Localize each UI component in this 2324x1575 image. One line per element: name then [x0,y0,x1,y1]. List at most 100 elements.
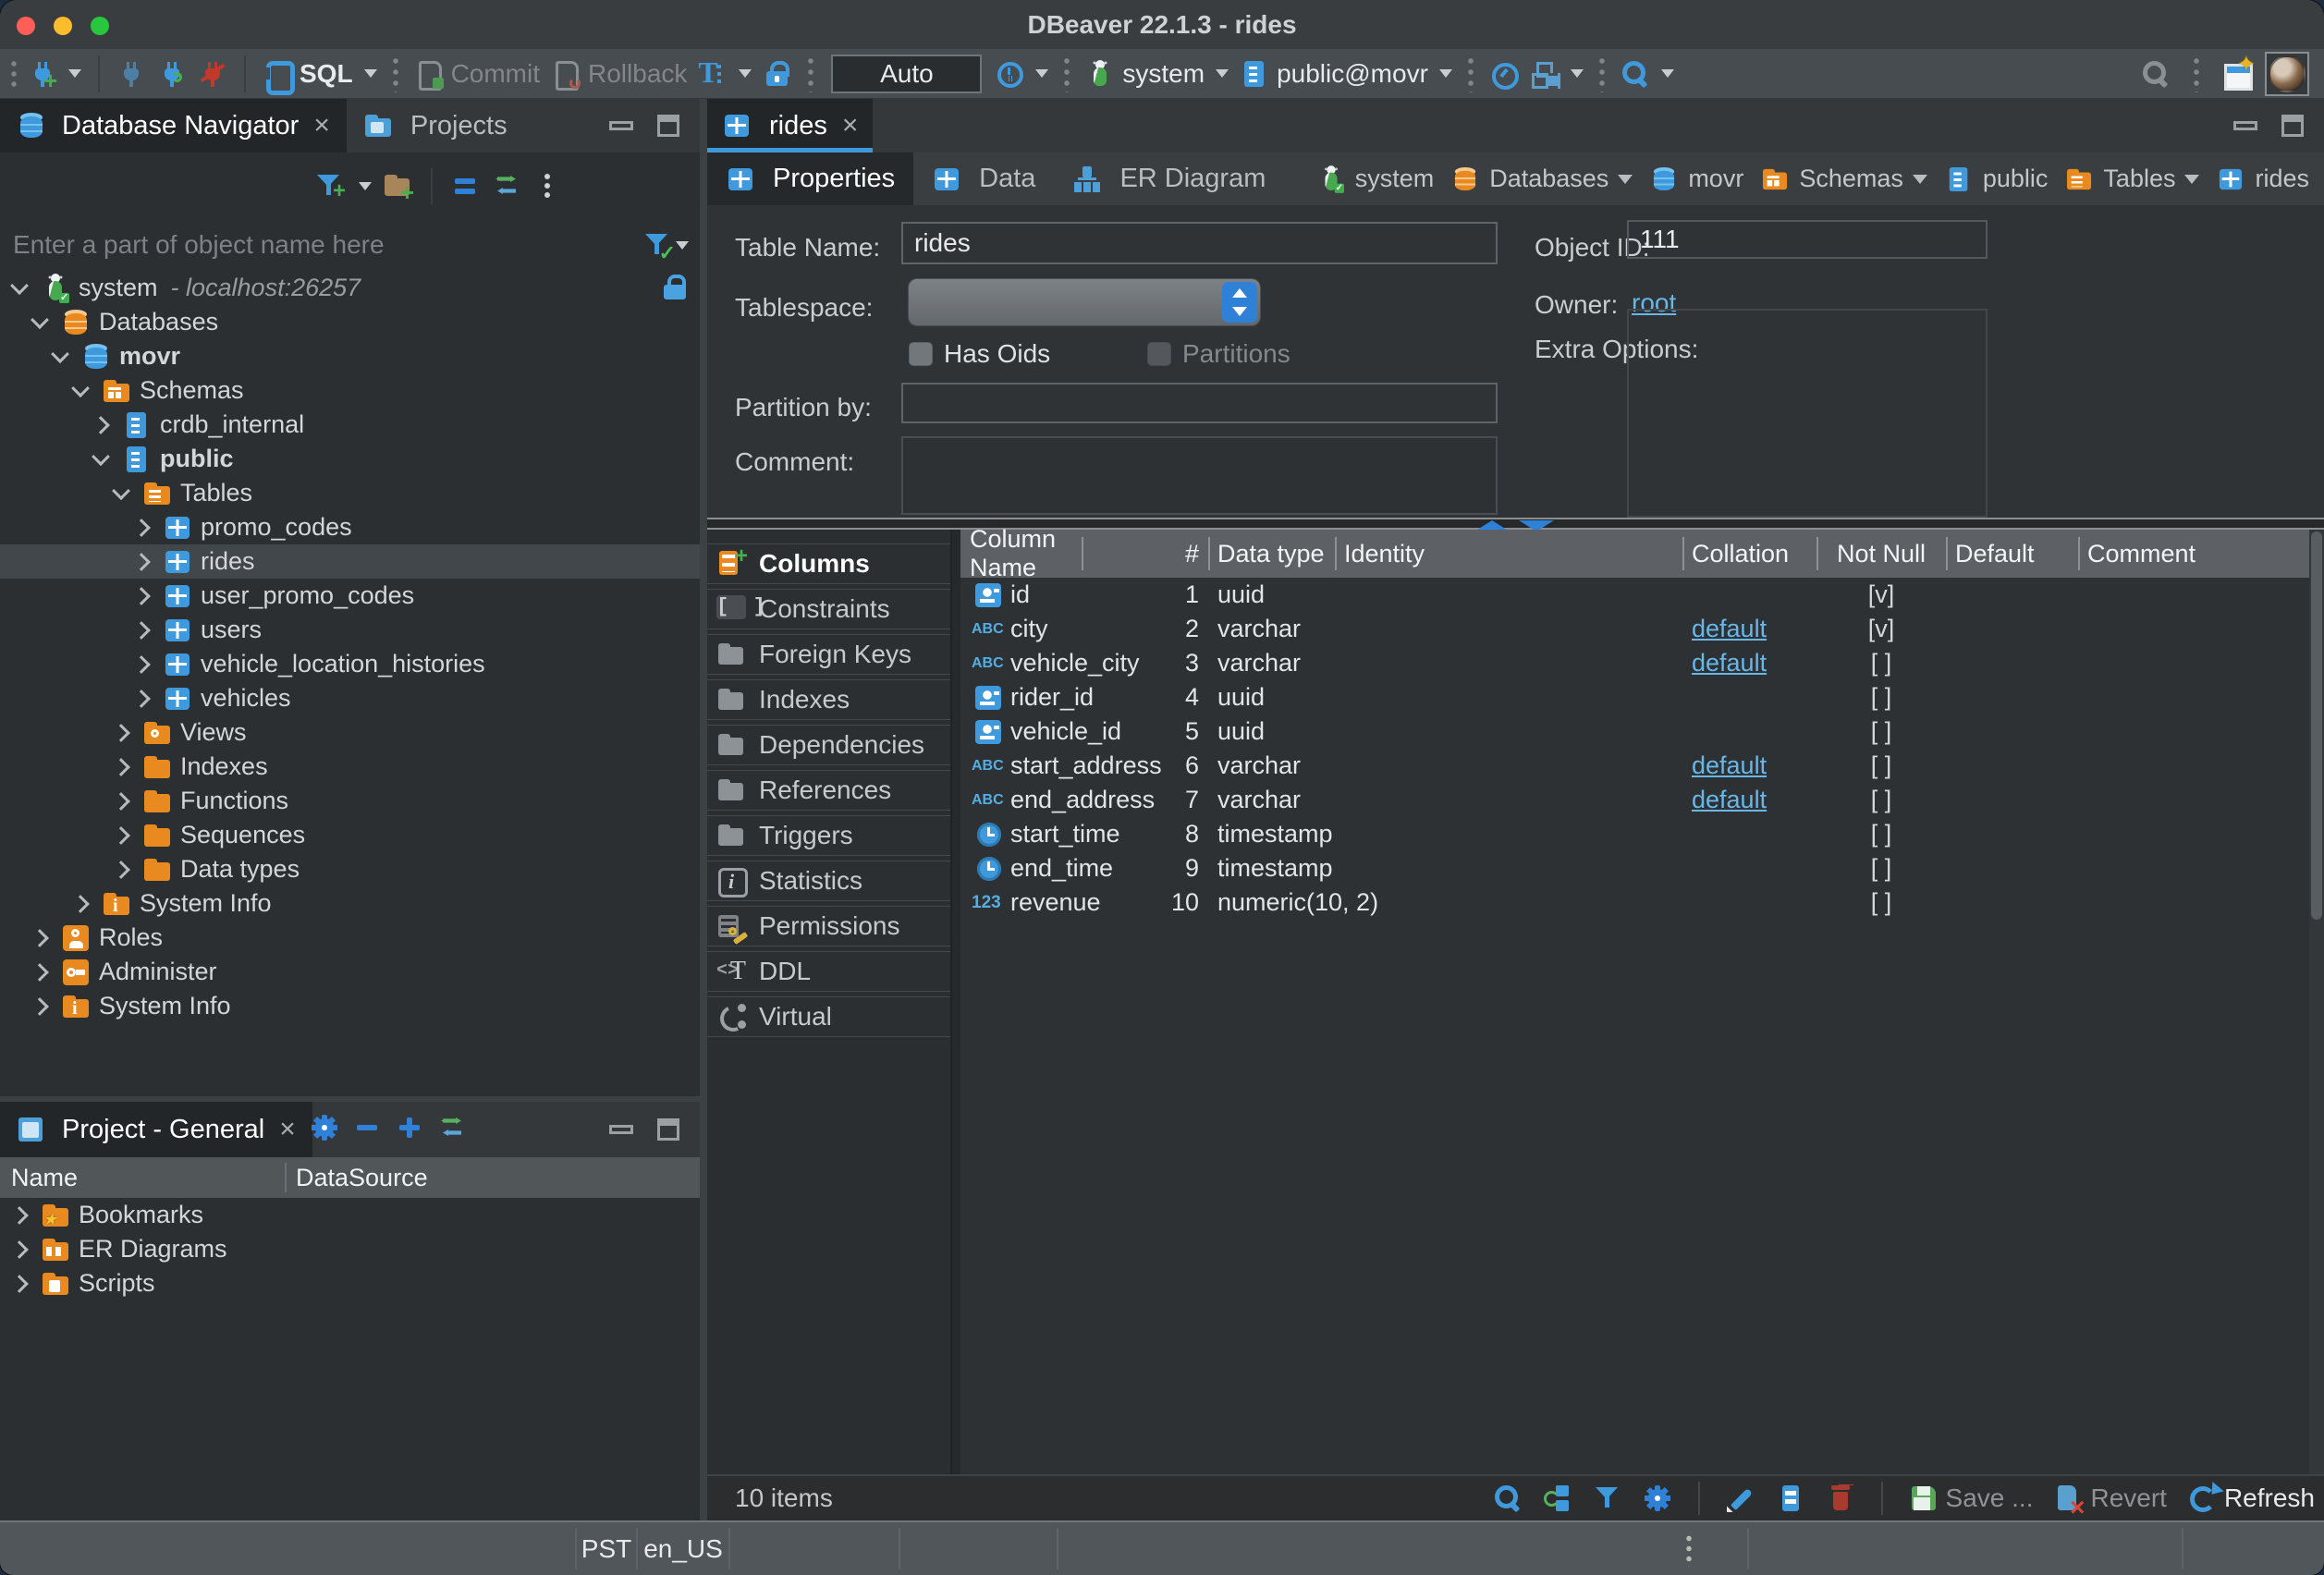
add-column-icon[interactable] [1776,1483,1805,1513]
chevron-collapsed-icon[interactable] [71,895,90,913]
grid-row-rider-id[interactable]: rider_id 4 uuid [ ] [960,680,2309,714]
chevron-down-icon[interactable] [359,182,372,190]
extra-options-box[interactable] [1627,309,1988,518]
grid-row-end-address[interactable]: end_address 7 varchar default [ ] [960,783,2309,817]
section-indexes[interactable]: Indexes [707,679,950,720]
chevron-collapsed-icon[interactable] [10,1275,29,1293]
tree-item-views[interactable]: Views [0,715,700,750]
chevron-collapsed-icon[interactable] [132,655,151,674]
partitions-checkbox[interactable] [1147,342,1171,366]
breadcrumb-movr[interactable]: movr [1649,165,1743,194]
rollback-button[interactable]: Rollback [551,59,687,89]
dbeaver-avatar[interactable] [2265,52,2309,96]
chevron-collapsed-icon[interactable] [112,724,130,742]
new-folder-icon[interactable] [383,171,412,201]
tree-item-sequences[interactable]: Sequences [0,818,700,852]
tree-item-administer[interactable]: Administer [0,955,700,989]
minimize-panel-icon[interactable] [609,121,633,130]
tab-project-general[interactable]: Project - General × [0,1102,312,1157]
commit-button[interactable]: Commit [414,59,540,89]
chevron-collapsed-icon[interactable] [31,963,49,982]
tab-projects[interactable]: Projects [347,99,524,153]
grid-row-end-time[interactable]: end_time 9 timestamp [ ] [960,851,2309,885]
tab-properties[interactable]: Properties [707,153,913,205]
transaction-log-button[interactable] [995,59,1048,89]
quick-search-icon[interactable] [2141,59,2171,89]
active-schema-selector[interactable]: public@movr [1240,59,1452,89]
chevron-expanded-icon[interactable] [71,379,90,397]
header-identity[interactable]: Identity [1335,530,1682,578]
chevron-collapsed-icon[interactable] [112,861,130,879]
chevron-down-icon[interactable] [1913,175,1927,184]
section-virtual[interactable]: Virtual [707,996,950,1037]
tree-item-indexes[interactable]: Indexes [0,750,700,784]
grid-row-start-time[interactable]: start_time 8 timestamp [ ] [960,817,2309,851]
tree-item-user-promo-codes[interactable]: user_promo_codes [0,579,700,613]
project-item-er-diagrams[interactable]: ER Diagrams [0,1232,700,1266]
chevron-collapsed-icon[interactable] [132,519,151,537]
column-header-datasource[interactable]: DataSource [287,1164,428,1192]
tree-item-vehicles[interactable]: vehicles [0,681,700,715]
minimize-panel-icon[interactable] [609,1125,633,1134]
comment-textarea[interactable] [901,436,1498,515]
grid-row-revenue[interactable]: revenue 10 numeric(10, 2) [ ] [960,885,2309,920]
grid-row-id[interactable]: id 1 uuid [v] [960,578,2309,612]
expand-icon[interactable] [395,1113,424,1142]
tree-item-movr[interactable]: movr [0,339,700,373]
tree-item-promo-codes[interactable]: promo_codes [0,510,700,544]
editor-tab-rides[interactable]: rides × [707,99,873,153]
chevron-collapsed-icon[interactable] [92,416,110,434]
minimize-traffic-light[interactable] [54,17,72,35]
chevron-collapsed-icon[interactable] [31,997,49,1016]
chevron-down-icon[interactable] [1035,69,1048,78]
table-name-input[interactable] [901,222,1498,264]
partition-by-input[interactable] [901,383,1498,423]
section-triggers[interactable]: Triggers [707,815,950,856]
chevron-down-icon[interactable] [1661,69,1674,78]
tree-item-public[interactable]: public [0,442,700,476]
breadcrumb-rides[interactable]: rides [2216,165,2309,194]
disconnect-button[interactable] [198,59,227,89]
maximize-editor-icon[interactable] [2281,115,2304,137]
breadcrumb-system[interactable]: system [1316,165,1435,194]
tablespace-select[interactable] [909,279,1260,325]
breadcrumb-public[interactable]: public [1944,165,2049,194]
new-connection-button[interactable] [28,59,81,89]
tab-data[interactable]: Data [913,153,1054,205]
object-filter-input[interactable] [11,229,642,261]
grid-row-vehicle-id[interactable]: vehicle_id 5 uuid [ ] [960,714,2309,749]
breadcrumb-schemas[interactable]: Schemas [1760,165,1927,194]
header-comment[interactable]: Comment [2078,530,2309,578]
chevron-expanded-icon[interactable] [10,276,29,295]
chevron-down-icon[interactable] [1216,69,1229,78]
chevron-collapsed-icon[interactable] [132,690,151,708]
transaction-mode-button[interactable] [698,59,752,89]
toolbar-grip[interactable] [9,56,18,92]
section-constraints[interactable]: Constraints [707,589,950,629]
refresh-button[interactable]: Refresh [2187,1483,2315,1513]
tree-item-crdb-internal[interactable]: crdb_internal [0,408,700,442]
chevron-down-icon[interactable] [1618,175,1633,184]
delete-icon[interactable] [1826,1483,1855,1513]
filter-settings-icon[interactable] [642,230,672,260]
chevron-collapsed-icon[interactable] [10,1206,29,1225]
column-header-name[interactable]: Name [0,1164,285,1192]
collation-link[interactable]: default [1692,786,1767,814]
gear-icon[interactable] [310,1113,339,1142]
close-icon[interactable]: × [279,1116,296,1143]
chevron-collapsed-icon[interactable] [31,929,49,947]
close-traffic-light[interactable] [17,17,35,35]
zoom-traffic-light[interactable] [91,17,109,35]
close-icon[interactable]: × [313,112,330,140]
edit-icon[interactable] [1726,1483,1755,1513]
grid-scrollbar[interactable] [2309,530,2324,1474]
tree-item-connection-system[interactable]: system - localhost:26257 [0,271,700,305]
tree-item-system-info-movr[interactable]: System Info [0,886,700,921]
chevron-down-icon[interactable] [364,69,377,78]
chevron-collapsed-icon[interactable] [132,587,151,605]
close-icon[interactable]: × [842,112,859,140]
collapse-icon[interactable] [352,1113,382,1142]
chevron-collapsed-icon[interactable] [112,826,130,845]
chevron-collapsed-icon[interactable] [132,621,151,640]
collation-link[interactable]: default [1692,649,1767,678]
